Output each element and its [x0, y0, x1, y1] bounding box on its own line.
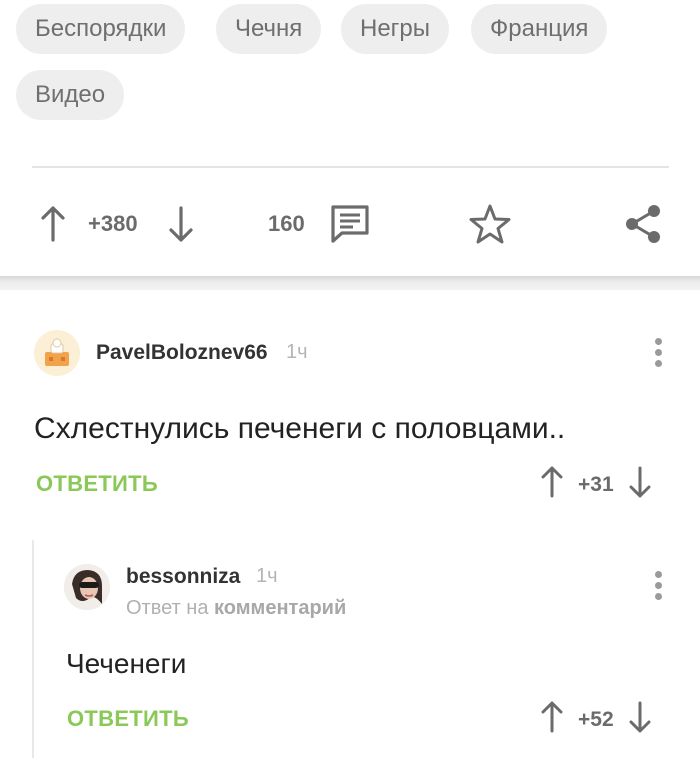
post-rating: +380	[88, 211, 138, 236]
tag-chip[interactable]: Беспорядки	[16, 4, 186, 54]
comment-author[interactable]: PavelBoloznev66	[96, 341, 268, 365]
reply-button[interactable]: ОТВЕТИТЬ	[67, 706, 189, 732]
more-vertical-icon[interactable]	[655, 571, 663, 601]
comment-vote: +31	[540, 466, 652, 503]
comment-time: 1ч	[286, 341, 308, 363]
share-icon[interactable]	[622, 202, 664, 246]
reply-to-link[interactable]: Ответ на комментарий	[126, 597, 346, 620]
reply-to-prefix: Ответ на	[126, 597, 209, 619]
arrow-up-icon[interactable]	[540, 466, 564, 503]
comment-author[interactable]: bessonniza	[126, 565, 240, 589]
comment-rating: +31	[578, 472, 614, 496]
comment-text: Схлестнулись печенеги с половцами..	[34, 412, 566, 445]
comment-time: 1ч	[256, 565, 278, 587]
arrow-down-icon[interactable]	[628, 701, 652, 738]
post-footer: Беспорядки Чечня Негры Франция Видео +38…	[0, 0, 700, 276]
arrow-up-icon[interactable]	[38, 204, 68, 244]
star-icon[interactable]	[468, 202, 512, 246]
arrow-up-icon[interactable]	[540, 701, 564, 738]
post-action-bar: +380 160	[0, 190, 700, 256]
comments-count[interactable]: 160	[268, 210, 305, 238]
comment-text: Чеченеги	[66, 648, 187, 679]
avatar[interactable]	[34, 330, 80, 376]
comment-rating: +52	[578, 707, 614, 731]
thread-line	[32, 540, 34, 758]
tag-chip[interactable]: Франция	[471, 4, 608, 54]
more-vertical-icon[interactable]	[655, 338, 663, 368]
reply-button[interactable]: ОТВЕТИТЬ	[36, 471, 158, 497]
comment-vote: +52	[540, 701, 652, 738]
tag-chip[interactable]: Негры	[341, 4, 450, 54]
arrow-down-icon[interactable]	[628, 466, 652, 503]
avatar[interactable]	[64, 564, 110, 610]
tag-chip[interactable]: Чечня	[216, 4, 322, 54]
divider	[32, 166, 669, 168]
arrow-down-icon[interactable]	[166, 204, 196, 244]
reply-to-target[interactable]: комментарий	[214, 597, 346, 619]
comment-icon[interactable]	[328, 204, 372, 244]
section-separator	[0, 276, 700, 290]
tag-chip[interactable]: Видео	[16, 70, 125, 120]
